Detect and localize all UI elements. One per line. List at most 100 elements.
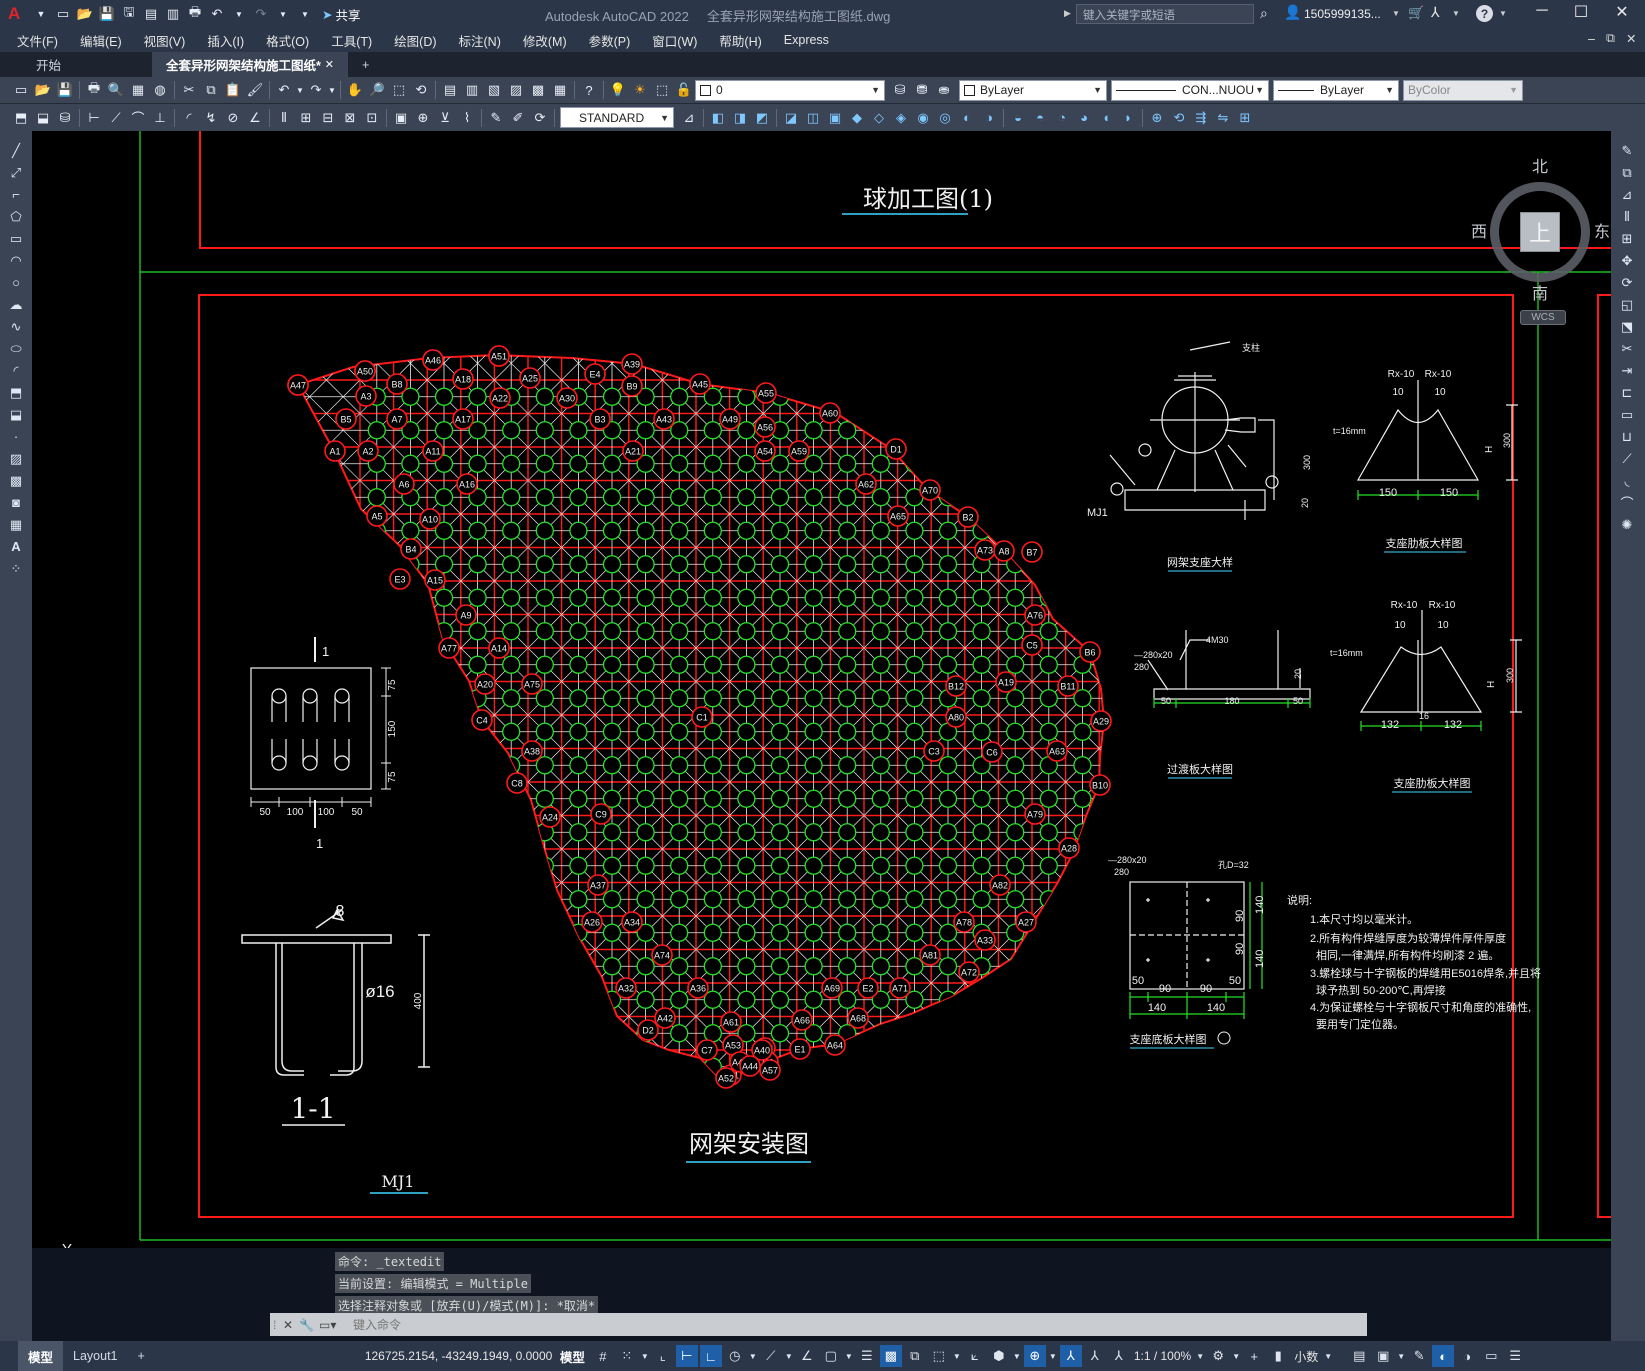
tb-help-icon[interactable]: ? [578, 80, 600, 100]
truss-node-a26[interactable]: A26 [581, 911, 603, 933]
draw-rectangle-icon[interactable]: ▭ [5, 228, 27, 249]
truss-node-a33[interactable]: A33 [974, 929, 996, 951]
menu-format[interactable]: 格式(O) [255, 31, 320, 50]
modify-fillet-icon[interactable]: ◟ [1616, 470, 1638, 491]
3d-cone-icon[interactable]: ◩ [751, 108, 773, 128]
draw-polygon-icon[interactable]: ⬠ [5, 206, 27, 227]
layer-viewport-icon[interactable]: ⬚ [651, 80, 673, 100]
dim-style-icon[interactable]: ⊿ [678, 108, 700, 128]
truss-node-a75[interactable]: A75 [521, 673, 543, 695]
3d-section-icon[interactable]: ◒ [1007, 108, 1029, 128]
3d-rotate-icon[interactable]: ⟲ [1168, 108, 1190, 128]
jogged-linear-icon[interactable]: ⌇ [456, 108, 478, 128]
modify-offset-icon[interactable]: ⫴ [1616, 206, 1638, 227]
viewcube-east[interactable]: 东 [1594, 218, 1610, 242]
tb-zoom-window-icon[interactable]: ⬚ [388, 80, 410, 100]
linetype-dropdown[interactable]: CON...NUOU ▼ [1111, 79, 1269, 101]
tb-paste-icon[interactable]: 📋 [222, 80, 244, 100]
truss-node-a34[interactable]: A34 [621, 911, 643, 933]
3d-osnap-chevron-icon[interactable]: ▼ [952, 1345, 962, 1367]
truss-node-a61[interactable]: A61 [720, 1011, 742, 1033]
truss-node-a70[interactable]: A70 [919, 479, 941, 501]
add-layout-button[interactable]: + [128, 1341, 155, 1371]
units-icon[interactable]: ▮ [1267, 1345, 1289, 1367]
tab-document[interactable]: 全套异形网架结构施工图纸* ✕ [152, 52, 348, 77]
make-block-icon[interactable]: ⬓ [5, 404, 27, 425]
dim-baseline-icon[interactable]: ⊞ [295, 108, 317, 128]
tb-save-icon[interactable]: 💾 [54, 80, 76, 100]
truss-node-a42[interactable]: A42 [654, 1007, 676, 1029]
tb-zoom-previous-icon[interactable]: ⟲ [410, 80, 432, 100]
tb-wblock-icon[interactable]: ⬓ [32, 108, 54, 128]
draw-ellipse-arc-icon[interactable]: ◜ [5, 360, 27, 381]
tb-undo-chevron-icon[interactable]: ▼ [295, 80, 305, 100]
truss-node-a72[interactable]: A72 [958, 961, 980, 983]
tb-markup-icon[interactable]: ▩ [527, 80, 549, 100]
truss-node-a11[interactable]: A11 [422, 440, 444, 462]
support-detail-title[interactable]: 网架支座大样 [1167, 555, 1233, 569]
tb-zoom-realtime-icon[interactable]: 🔎 [366, 80, 388, 100]
truss-node-b4[interactable]: B4 [400, 538, 422, 560]
auto-scale-icon[interactable]: ⅄ [1084, 1345, 1106, 1367]
tb-calculator-icon[interactable]: ▦ [549, 80, 571, 100]
truss-node-a17[interactable]: A17 [452, 408, 474, 430]
units-value[interactable]: 小数 [1294, 1348, 1318, 1365]
user-icon[interactable]: 👤 [1284, 4, 1301, 21]
dim-ordinate-icon[interactable]: ⊥ [149, 108, 171, 128]
truss-node-a76[interactable]: A76 [1024, 604, 1046, 626]
draw-table-icon[interactable]: ▦ [5, 514, 27, 535]
coordinates-readout[interactable]: 126725.2154, -43249.1949, 0.0000 [365, 1349, 560, 1363]
truss-node-a44[interactable]: A44 [739, 1055, 761, 1077]
3d-thicken-icon[interactable]: ◑ [978, 108, 1000, 128]
truss-node-b9[interactable]: B9 [621, 375, 643, 397]
annotation-scale-value[interactable]: 1:1 / 100% [1134, 1349, 1191, 1363]
tb-pan-icon[interactable]: ✋ [344, 80, 366, 100]
tb-preview-icon[interactable]: 🔍 [105, 80, 127, 100]
truss-node-a27[interactable]: A27 [1015, 911, 1037, 933]
modify-break-point-icon[interactable]: ⊏ [1616, 382, 1638, 403]
truss-node-a78[interactable]: A78 [953, 911, 975, 933]
maximize-icon[interactable]: ☐ [1567, 2, 1595, 22]
draw-ellipse-icon[interactable]: ⬭ [5, 338, 27, 359]
3d-imprint-icon[interactable]: ◕ [1073, 108, 1095, 128]
truss-node-a16[interactable]: A16 [456, 473, 478, 495]
viewcube-west[interactable]: 西 [1471, 218, 1487, 242]
dim-space-icon[interactable]: ⊠ [339, 108, 361, 128]
draw-region-icon[interactable]: ◙ [5, 492, 27, 513]
modify-trim-icon[interactable]: ✂ [1616, 338, 1638, 359]
model-space-toggle[interactable]: 模型 [560, 1347, 585, 1366]
plot-icon[interactable]: 🖶 [184, 4, 206, 24]
truss-node-a56[interactable]: A56 [754, 416, 776, 438]
menu-window[interactable]: 窗口(W) [641, 31, 708, 50]
3d-wedge-icon[interactable]: ◨ [729, 108, 751, 128]
truss-node-c8[interactable]: C8 [506, 772, 528, 794]
3d-flatshot-icon[interactable]: ◓ [1029, 108, 1051, 128]
tb-sheet-set-icon[interactable]: ▨ [505, 80, 527, 100]
truss-node-a45[interactable]: A45 [689, 373, 711, 395]
menu-parameters[interactable]: 参数(P) [578, 31, 642, 50]
truss-node-a64[interactable]: A64 [824, 1034, 846, 1056]
menu-dimension[interactable]: 标注(N) [448, 31, 512, 50]
truss-node-c5[interactable]: C5 [1021, 634, 1043, 656]
drawing-canvas[interactable]: 球加工图(1) B1A4A13A23A25E4A39A3B8A18A22A30B… [32, 131, 1611, 1248]
dim-jogged-icon[interactable]: ↯ [200, 108, 222, 128]
tb-properties-icon[interactable]: ▤ [439, 80, 461, 100]
menu-express[interactable]: Express [773, 33, 840, 47]
workspace-gear-icon[interactable]: ⚙ [1207, 1345, 1229, 1367]
dim-break-icon[interactable]: ⊡ [361, 108, 383, 128]
truss-node-a81[interactable]: A81 [919, 944, 941, 966]
3d-extract-icon[interactable]: ◔ [1051, 108, 1073, 128]
main-title-truss-installation[interactable]: 网架安装图 [689, 1131, 809, 1158]
layer-dropdown[interactable]: 0 ▼ [695, 79, 885, 101]
truss-node-a71[interactable]: A71 [889, 977, 911, 999]
command-grip-icon[interactable]: ⁞ [273, 1318, 283, 1332]
menu-file[interactable]: 文件(F) [6, 31, 69, 50]
autocad-logo-icon[interactable]: A [8, 4, 30, 24]
3d-slice-icon[interactable]: ◐ [956, 108, 978, 128]
truss-node-a29[interactable]: A29 [1090, 710, 1112, 732]
truss-node-e3[interactable]: E3 [389, 568, 411, 590]
truss-node-a62[interactable]: A62 [855, 473, 877, 495]
modify-chamfer-icon[interactable]: ⟋ [1616, 448, 1638, 469]
truss-node-a77[interactable]: A77 [438, 637, 460, 659]
infer-constraints-icon[interactable]: ⌞ [652, 1345, 674, 1367]
